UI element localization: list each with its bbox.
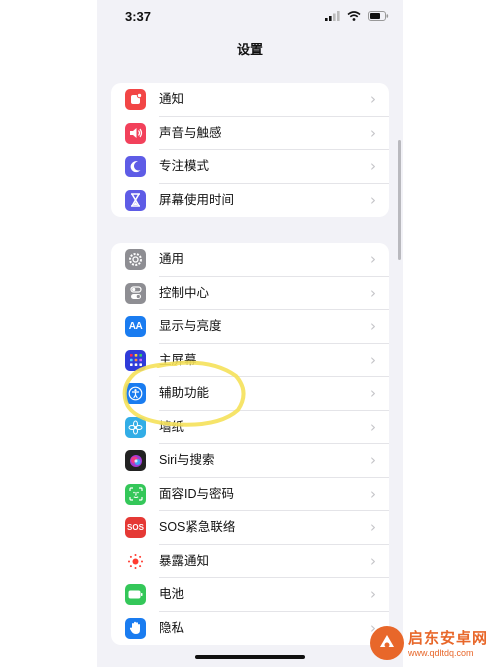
row-label: 通知: [159, 92, 185, 106]
settings-row-privacy[interactable]: 隐私 ›: [111, 612, 389, 646]
exposure-icon: [125, 550, 146, 572]
hand-icon: [125, 617, 146, 639]
watermark-url: www.qdltdq.com: [408, 648, 474, 658]
watermark-title: 启东安卓网: [408, 630, 489, 647]
settings-row-siri[interactable]: Siri与搜索 ›: [111, 444, 389, 478]
settings-row-sos[interactable]: SOS SOS紧急联络 ›: [111, 511, 389, 545]
row-label: 专注模式: [159, 159, 210, 173]
chevron-right-icon: ›: [370, 518, 376, 536]
settings-row-general[interactable]: 通用 ›: [111, 243, 389, 277]
row-label: 控制中心: [159, 285, 210, 300]
notifications-icon: [125, 89, 146, 110]
chevron-right-icon: ›: [370, 90, 376, 108]
settings-row-exposure[interactable]: 暴露通知 ›: [111, 545, 389, 578]
settings-row-notifications[interactable]: 通知 ›: [111, 83, 389, 117]
highlight-annotation: [122, 360, 246, 427]
battery-icon: [125, 584, 146, 605]
settings-row-sounds[interactable]: 声音与触感 ›: [111, 117, 389, 150]
row-label: 显示与亮度: [159, 319, 222, 333]
row-label: 屏幕使用时间: [159, 192, 235, 207]
chevron-right-icon: ›: [370, 384, 376, 402]
chevron-right-icon: ›: [370, 190, 376, 209]
text-size-icon-text: AA: [128, 321, 143, 332]
row-label: 面容ID与密码: [159, 486, 235, 501]
status-icons: [325, 11, 389, 21]
settings-row-display[interactable]: AA 显示与亮度 ›: [111, 310, 389, 344]
toggles-icon: [125, 282, 146, 304]
settings-row-face-id[interactable]: 面容ID与密码 ›: [111, 478, 389, 511]
row-label: 声音与触感: [159, 125, 222, 140]
status-time: 3:37: [125, 9, 152, 24]
chevron-right-icon: ›: [370, 551, 376, 570]
row-label: 隐私: [159, 620, 185, 635]
text-size-icon: AA: [125, 316, 146, 337]
face-id-icon: [125, 483, 146, 505]
siri-icon: [125, 450, 146, 471]
gear-icon: [125, 249, 146, 270]
scroll-indicator[interactable]: [398, 140, 401, 260]
row-label: Siri与搜索: [159, 453, 215, 467]
chevron-right-icon: ›: [370, 157, 376, 175]
chevron-right-icon: ›: [370, 451, 376, 469]
moon-icon: [125, 156, 146, 177]
hourglass-icon: [125, 189, 146, 211]
settings-group-1: 通知 › 声音与触感 › 专注模式 › 屏幕使用时间 ›: [111, 83, 389, 217]
wifi-icon: [347, 11, 361, 21]
settings-group-2: 通用 › 控制中心 › AA 显示与亮度 › 主屏幕 › 辅助功能 › 墙纸 ›…: [111, 243, 389, 645]
page-title: 设置: [236, 42, 263, 57]
settings-row-battery[interactable]: 电池 ›: [111, 578, 389, 612]
home-indicator[interactable]: [195, 655, 305, 659]
settings-row-focus[interactable]: 专注模式 ›: [111, 150, 389, 184]
status-bar: 3:37: [97, 0, 403, 34]
battery-status-icon: [368, 11, 389, 21]
sos-icon-text: SOS: [127, 523, 144, 532]
row-label: 电池: [159, 587, 185, 601]
watermark-logo-icon: [370, 625, 404, 660]
chevron-right-icon: ›: [370, 484, 376, 503]
chevron-right-icon: ›: [370, 417, 376, 436]
settings-screen: 3:37 设置 通知 › 声音与触感 › 专注模式 › 屏幕使用时间 › 通用 …: [97, 0, 403, 667]
signal-icon: [325, 11, 340, 21]
chevron-right-icon: ›: [370, 585, 376, 603]
chevron-right-icon: ›: [370, 283, 376, 302]
chevron-right-icon: ›: [370, 123, 376, 142]
settings-row-screen-time[interactable]: 屏幕使用时间 ›: [111, 184, 389, 218]
row-label: 暴露通知: [159, 553, 210, 568]
chevron-right-icon: ›: [370, 350, 376, 369]
row-label: SOS紧急联络: [159, 520, 236, 534]
sos-icon: SOS: [125, 517, 146, 538]
speaker-icon: [125, 122, 146, 144]
chevron-right-icon: ›: [370, 317, 376, 335]
watermark: 启东安卓网 www.qdltdq.com: [370, 618, 500, 667]
chevron-right-icon: ›: [370, 250, 376, 268]
settings-row-control-center[interactable]: 控制中心 ›: [111, 277, 389, 310]
row-label: 通用: [159, 252, 185, 266]
